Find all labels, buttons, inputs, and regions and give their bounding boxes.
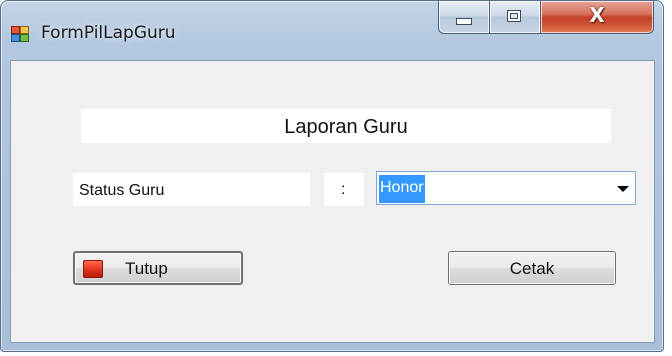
chevron-down-icon[interactable]	[617, 186, 629, 192]
maximize-button[interactable]	[490, 1, 541, 34]
status-guru-label: Status Guru	[79, 182, 165, 199]
maximize-icon	[507, 10, 521, 22]
heading-label-box: Laporan Guru	[81, 109, 611, 143]
cetak-button[interactable]: Cetak	[448, 251, 616, 285]
form-window-icon	[11, 26, 29, 42]
minimize-icon	[456, 18, 472, 25]
tutup-button[interactable]: Tutup	[73, 251, 243, 285]
tutup-button-label: Tutup	[125, 259, 168, 278]
form-client-area: Laporan Guru Status Guru : Honor Tutup C…	[10, 60, 655, 343]
window-title: FormPilLapGuru	[41, 23, 176, 43]
title-bar[interactable]: FormPilLapGuru X	[1, 1, 663, 51]
stop-icon	[83, 260, 103, 278]
minimize-button[interactable]	[438, 1, 490, 34]
status-guru-select[interactable]: Honor	[376, 171, 636, 205]
close-button[interactable]: X	[541, 1, 654, 34]
status-guru-selected-value: Honor	[379, 175, 425, 203]
app-window: FormPilLapGuru X Laporan Guru Status Gur…	[0, 0, 664, 352]
status-label-box: Status Guru	[73, 173, 310, 206]
caption-buttons: X	[438, 1, 656, 35]
colon-label-box: :	[324, 173, 364, 206]
page-title: Laporan Guru	[284, 116, 408, 138]
colon-label: :	[341, 181, 346, 198]
close-icon: X	[589, 3, 605, 27]
cetak-button-label: Cetak	[509, 259, 555, 278]
